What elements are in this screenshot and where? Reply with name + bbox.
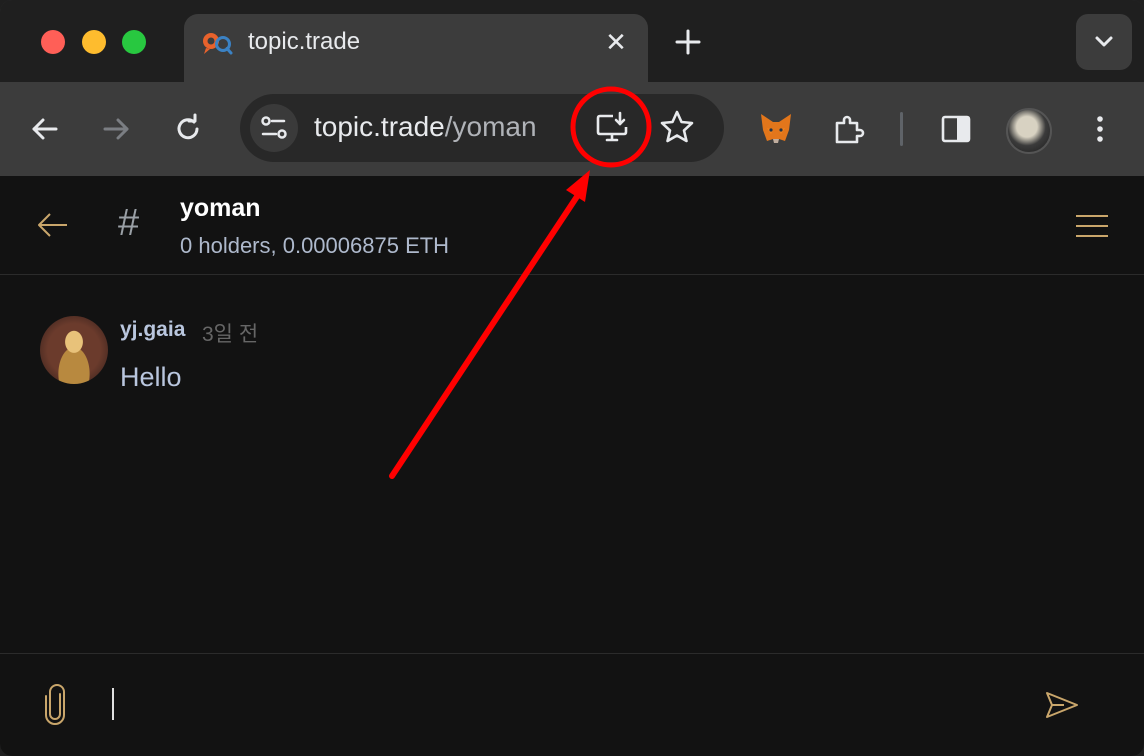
close-window-button[interactable] (41, 30, 65, 54)
site-info-icon (261, 116, 287, 139)
forward-icon[interactable] (99, 112, 133, 146)
more-menu-icon[interactable] (1083, 112, 1117, 146)
channel-header: # yoman 0 holders, 0.00006875 ETH (0, 176, 1144, 275)
metamask-icon[interactable] (758, 110, 794, 146)
message-time: 3일 전 (202, 323, 259, 346)
channel-stats: 0 holders, 0.00006875 ETH (180, 233, 450, 258)
profile-avatar[interactable] (1006, 108, 1052, 154)
message-author[interactable]: yj.gaia (120, 318, 185, 342)
toolbar-separator (900, 112, 903, 146)
minimize-window-button[interactable] (82, 30, 106, 54)
page-content: # yoman 0 holders, 0.00006875 ETH yj.gai… (0, 176, 1144, 756)
channel-hash-icon: # (118, 202, 140, 244)
bookmark-star-icon[interactable] (658, 108, 696, 146)
channel-name: yoman (180, 194, 261, 222)
topic-trade-favicon-icon (203, 33, 233, 55)
url-path: /yoman (444, 111, 537, 142)
message-item: yj.gaia 3일 전 Hello (40, 316, 740, 396)
new-tab-icon[interactable] (672, 26, 704, 58)
send-icon[interactable] (1044, 690, 1080, 720)
message-composer (0, 653, 1144, 756)
back-arrow-icon[interactable] (36, 208, 70, 242)
url-host: topic.trade (314, 111, 445, 142)
avatar[interactable] (40, 316, 108, 384)
message-text: Hello (120, 362, 182, 392)
tab-strip: topic.trade ✕ (0, 0, 1144, 82)
back-icon[interactable] (28, 112, 62, 146)
browser-window: topic.trade ✕ topic.trade/yoman # yoman … (0, 0, 1144, 756)
tab-search-button[interactable] (1076, 14, 1132, 70)
browser-toolbar: topic.trade/yoman (0, 82, 1144, 176)
side-panel-icon[interactable] (939, 112, 973, 146)
hamburger-menu-icon[interactable] (1074, 212, 1110, 240)
message-input[interactable] (112, 688, 114, 720)
tab-topic-trade[interactable]: topic.trade ✕ (184, 14, 648, 82)
maximize-window-button[interactable] (122, 30, 146, 54)
site-info-button[interactable] (250, 104, 298, 152)
close-tab-icon[interactable]: ✕ (602, 28, 630, 56)
chevron-down-icon (1095, 36, 1113, 47)
url-text[interactable]: topic.trade/yoman (314, 111, 537, 143)
address-bar[interactable]: topic.trade/yoman (240, 94, 724, 162)
extensions-icon[interactable] (832, 112, 866, 146)
install-app-icon[interactable] (594, 110, 630, 146)
reload-icon[interactable] (171, 112, 205, 146)
paperclip-icon[interactable] (40, 684, 70, 726)
tab-title: topic.trade (248, 28, 361, 55)
